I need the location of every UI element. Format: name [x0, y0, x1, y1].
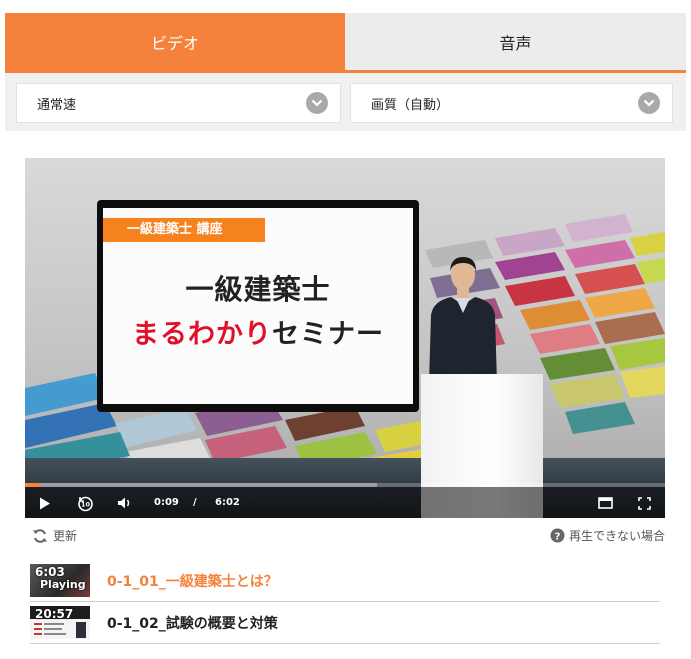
theater-mode-icon: [597, 497, 613, 509]
slide-title-red: まるわかり: [132, 319, 272, 350]
thumbnail-slide-graphic: [34, 622, 86, 638]
tab-audio-label: 音声: [499, 33, 532, 53]
current-time: 0:09: [154, 497, 179, 508]
time-separator: /: [193, 497, 197, 508]
slide-title-black: セミナー: [272, 319, 384, 350]
playlist-thumbnail: 6:03 Playing: [30, 564, 90, 597]
playlist: 6:03 Playing 0-1_01_一級建築士とは？ 20:57 0-1_0…: [30, 560, 660, 644]
volume-button[interactable]: [115, 493, 135, 513]
slide-title-line1: 一級建築士: [185, 273, 331, 306]
playing-indicator: Playing: [40, 578, 86, 591]
play-icon: [40, 497, 50, 509]
course-banner: 一級建築士 講座: [103, 218, 265, 242]
duration-time: 6:02: [215, 497, 240, 508]
chevron-down-icon: [306, 92, 328, 114]
tab-video[interactable]: ビデオ: [5, 13, 345, 70]
course-banner-text: 一級建築士 講座: [127, 222, 223, 237]
quality-select[interactable]: 画質（自動）: [350, 83, 673, 123]
rewind-10-icon: 10: [77, 496, 93, 511]
svg-text:10: 10: [80, 500, 90, 508]
presenter-figure: [429, 257, 497, 383]
refresh-icon: [33, 528, 47, 543]
tab-video-label: ビデオ: [150, 33, 199, 53]
chevron-down-icon: [638, 92, 660, 114]
question-circle-icon: ?: [550, 528, 565, 543]
speed-select-value: 通常速: [37, 97, 77, 113]
tab-underline: [5, 70, 686, 73]
player-controls: 10 0:09 / 6:02: [25, 487, 665, 518]
player-options-panel: ビデオ 音声 通常速 画質（自動）: [5, 13, 686, 131]
refresh-label: 更新: [53, 529, 78, 543]
playlist-item[interactable]: 6:03 Playing 0-1_01_一級建築士とは？: [30, 560, 660, 602]
quality-select-value: 画質（自動）: [371, 97, 450, 113]
video-player[interactable]: 一級建築士 講座 一級建築士 まるわかりセミナー 10 0:09 / 6:02: [25, 158, 665, 518]
svg-text:?: ?: [555, 532, 561, 543]
rewind-10-button[interactable]: 10: [75, 493, 95, 513]
refresh-link[interactable]: 更新: [32, 527, 77, 544]
theater-mode-button[interactable]: [595, 494, 615, 512]
slide-content: 一級建築士 講座 一級建築士 まるわかりセミナー: [103, 208, 413, 404]
help-label: 再生できない場合: [568, 529, 665, 543]
slide-title-line2: まるわかりセミナー: [103, 312, 413, 351]
playlist-title: 0-1_02_試験の概要と対策: [107, 616, 278, 632]
playlist-duration: 6:03: [35, 565, 65, 579]
play-button[interactable]: [35, 494, 55, 512]
playlist-duration: 20:57: [35, 607, 74, 621]
slide-screen: 一級建築士 講座 一級建築士 まるわかりセミナー: [97, 200, 419, 412]
fullscreen-button[interactable]: [634, 494, 654, 512]
playback-help-link[interactable]: ? 再生できない場合: [550, 527, 665, 544]
speed-select[interactable]: 通常速: [16, 83, 341, 123]
tab-audio[interactable]: 音声: [345, 13, 686, 70]
fullscreen-icon: [637, 496, 651, 510]
playlist-item[interactable]: 20:57 0-1_02_試験の概要と対策: [30, 602, 660, 644]
volume-icon: [118, 497, 130, 509]
playlist-title: 0-1_01_一級建築士とは？: [107, 574, 278, 590]
playlist-thumbnail: 20:57: [30, 606, 90, 639]
